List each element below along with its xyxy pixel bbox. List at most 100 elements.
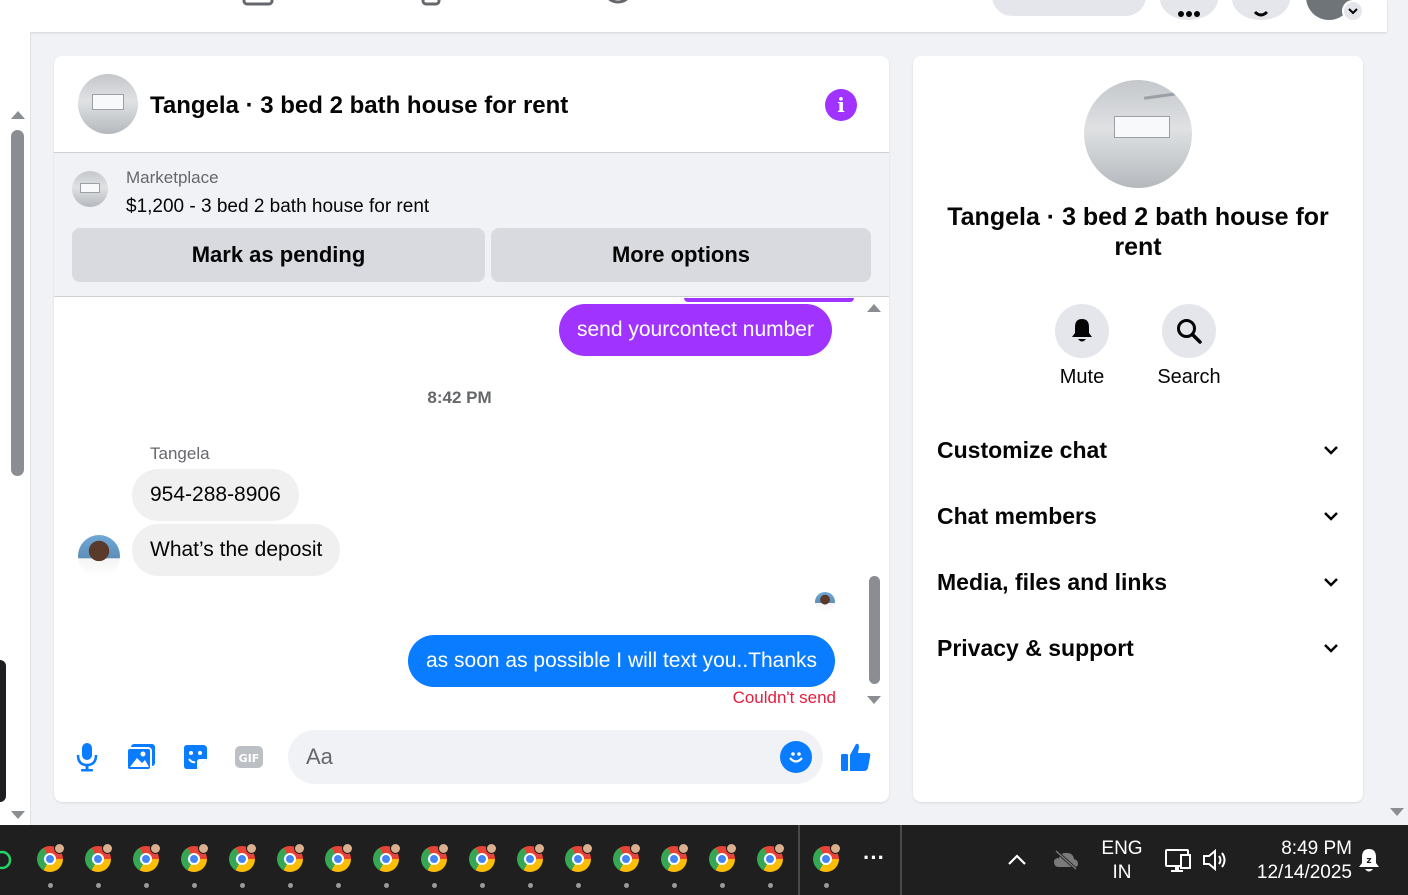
- message-composer: GIF: [54, 718, 889, 802]
- seen-avatar: [815, 592, 835, 612]
- chrome-app-icon[interactable]: [661, 843, 689, 874]
- language-indicator[interactable]: ENG IN: [1100, 837, 1144, 885]
- chevron-down-icon: [1324, 578, 1338, 587]
- incoming-message[interactable]: 954-288-8906: [132, 469, 299, 521]
- send-error-text[interactable]: Couldn't send: [733, 688, 836, 708]
- svg-text:z: z: [1366, 856, 1371, 866]
- search-label: Search: [1157, 366, 1221, 388]
- section-label: Chat members: [937, 502, 1097, 529]
- marketplace-label: Marketplace: [126, 168, 219, 187]
- photo-icon[interactable]: [124, 740, 158, 774]
- chat-window: Tangela · 3 bed 2 bath house for rent i …: [54, 56, 889, 802]
- top-nav-bar: [0, 0, 1387, 32]
- chevron-down-icon: [1324, 446, 1338, 455]
- chrome-app-icon[interactable]: [277, 843, 305, 874]
- clock-date: 12/14/2025: [1256, 862, 1352, 883]
- marketplace-banner: Marketplace $1,200 - 3 bed 2 bath house …: [54, 153, 889, 297]
- find-friends-pill[interactable]: [992, 0, 1146, 16]
- clock-time: 8:49 PM: [1281, 838, 1352, 859]
- chrome-app-icon[interactable]: [517, 843, 545, 874]
- info-title[interactable]: Tangela · 3 bed 2 bath house for rent: [943, 202, 1333, 262]
- microphone-icon[interactable]: [70, 740, 104, 774]
- sticker-icon[interactable]: [178, 740, 212, 774]
- chevron-up-icon[interactable]: [1006, 853, 1028, 867]
- volume-icon[interactable]: [1202, 848, 1230, 872]
- more-options-button[interactable]: More options: [491, 228, 871, 282]
- language-code: ENG: [1101, 838, 1143, 859]
- info-icon[interactable]: i: [825, 89, 857, 121]
- chat-title[interactable]: Tangela · 3 bed 2 bath house for rent: [150, 92, 568, 120]
- chrome-app-icon[interactable]: [133, 843, 161, 874]
- chrome-app-icon[interactable]: [37, 843, 65, 874]
- chrome-app-icon[interactable]: [613, 843, 641, 874]
- gif-icon[interactable]: GIF: [232, 740, 266, 774]
- chrome-app-icon[interactable]: [469, 843, 497, 874]
- chrome-app-icon[interactable]: [85, 843, 113, 874]
- incoming-message[interactable]: What’s the deposit: [132, 524, 341, 576]
- messages-scroll-down-icon[interactable]: [867, 696, 881, 704]
- more-apps-button[interactable]: ···: [860, 846, 888, 870]
- account-chevron-icon[interactable]: [1342, 0, 1364, 22]
- previous-message-fragment: [684, 298, 854, 302]
- whatsapp-icon[interactable]: [0, 849, 14, 871]
- left-scrollbar-thumb[interactable]: [11, 130, 24, 476]
- messages-scroll-up-icon[interactable]: [867, 304, 881, 312]
- side-panel-tab[interactable]: [0, 660, 6, 802]
- left-scroll-down-icon[interactable]: [11, 811, 25, 819]
- messenger-button[interactable]: [1232, 0, 1290, 20]
- sender-name: Tangela: [150, 444, 210, 463]
- mute-action[interactable]: Mute: [1037, 304, 1127, 389]
- outgoing-message[interactable]: send yourcontect number: [559, 304, 832, 356]
- listing-thumbnail[interactable]: [72, 171, 108, 207]
- listing-avatar[interactable]: [78, 74, 138, 134]
- search-action[interactable]: Search: [1144, 304, 1234, 389]
- message-timestamp: 8:42 PM: [427, 388, 492, 407]
- chrome-app-icon[interactable]: [181, 843, 209, 874]
- mark-as-pending-button[interactable]: Mark as pending: [72, 228, 485, 282]
- chrome-app-icon[interactable]: [421, 843, 449, 874]
- emoji-icon[interactable]: [780, 741, 812, 773]
- region-code: IN: [1112, 862, 1132, 883]
- chat-header: Tangela · 3 bed 2 bath house for rent i: [54, 56, 889, 153]
- messages-scrollbar-thumb[interactable]: [869, 576, 880, 684]
- notification-bell-icon[interactable]: z: [1356, 847, 1382, 875]
- search-icon[interactable]: [1162, 304, 1216, 358]
- network-icon[interactable]: [1164, 847, 1192, 873]
- message-input[interactable]: [306, 730, 766, 784]
- sender-avatar[interactable]: [78, 535, 120, 577]
- customize-chat-section[interactable]: Customize chat: [937, 425, 1339, 475]
- chrome-app-icon[interactable]: [229, 843, 257, 874]
- page-scroll-down-icon[interactable]: [1390, 808, 1404, 816]
- svg-text:GIF: GIF: [239, 752, 260, 765]
- groups-nav-icon[interactable]: [420, 0, 452, 6]
- message-input-wrapper: [288, 730, 823, 784]
- onedrive-icon[interactable]: [1052, 849, 1080, 871]
- chrome-app-icon[interactable]: [373, 843, 401, 874]
- gaming-nav-icon[interactable]: [600, 0, 632, 6]
- privacy-support-section[interactable]: Privacy & support: [937, 623, 1339, 673]
- chrome-app-icon[interactable]: [565, 843, 593, 874]
- windows-taskbar: ··· ENG IN 8:49 PM 12/14/2025 z: [0, 825, 1408, 895]
- menu-grid-button[interactable]: [1160, 0, 1218, 20]
- left-scroll-up-icon[interactable]: [11, 111, 25, 119]
- chrome-app-icon[interactable]: [709, 843, 737, 874]
- chrome-app-icon[interactable]: [325, 843, 353, 874]
- bell-icon[interactable]: [1055, 304, 1109, 358]
- outgoing-message[interactable]: as soon as possible I will text you..Tha…: [408, 635, 836, 687]
- listing-title[interactable]: $1,200 - 3 bed 2 bath house for rent: [126, 196, 429, 218]
- message-list[interactable]: send yourcontect number 8:42 PM Tangela …: [54, 298, 889, 718]
- chrome-app-icon-active[interactable]: [813, 843, 841, 874]
- section-label: Customize chat: [937, 436, 1107, 463]
- chevron-down-icon: [1324, 644, 1338, 653]
- conversation-info-panel: Tangela · 3 bed 2 bath house for rent Mu…: [913, 56, 1363, 802]
- info-avatar[interactable]: [1084, 80, 1192, 188]
- chat-members-section[interactable]: Chat members: [937, 491, 1339, 541]
- thumbs-up-icon[interactable]: [839, 740, 873, 774]
- system-clock[interactable]: 8:49 PM 12/14/2025: [1244, 837, 1352, 885]
- mute-label: Mute: [1059, 366, 1105, 388]
- section-label: Media, files and links: [937, 568, 1168, 595]
- section-label: Privacy & support: [937, 634, 1134, 661]
- chrome-app-icon[interactable]: [757, 843, 785, 874]
- media-files-links-section[interactable]: Media, files and links: [937, 557, 1339, 607]
- marketplace-nav-icon[interactable]: [242, 0, 274, 6]
